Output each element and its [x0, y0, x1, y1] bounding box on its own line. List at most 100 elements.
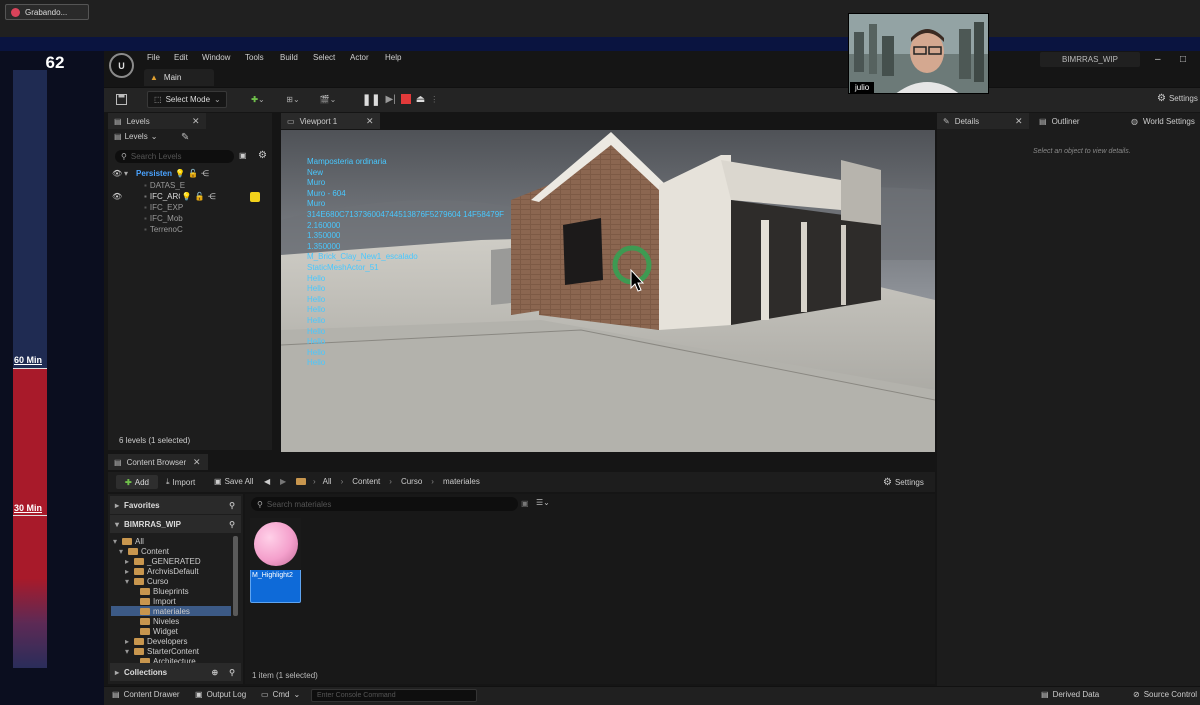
folder-tree-item[interactable]: Import — [131, 596, 176, 606]
cinematics-icon[interactable]: 🎬⌄ — [315, 91, 341, 107]
import-button[interactable]: ⤓ Import — [166, 477, 195, 487]
level-row[interactable]: ▪ DATAS_E — [112, 180, 270, 191]
project-root-header[interactable]: ▾ BIMRRAS_WIP ⚲ — [110, 515, 241, 533]
tree-scrollbar[interactable] — [233, 536, 238, 616]
level-row[interactable]: ▪ TerrenoC — [112, 224, 270, 235]
tab-world-settings[interactable]: ◍ World Settings — [1125, 113, 1200, 129]
level-row-persistent[interactable]: 👁 ▾ Persistent 💡 🔓 ⋲ — [112, 168, 270, 179]
save-icon[interactable] — [114, 91, 128, 107]
filter-icon[interactable]: ☰⌄ — [536, 498, 550, 507]
add-collection-icon[interactable]: ⊕ — [211, 668, 218, 677]
lock-icon[interactable]: 🔓 — [188, 169, 198, 178]
tab-outliner[interactable]: ▤ Outliner — [1033, 113, 1118, 129]
chevron-down-icon[interactable]: ▾ — [119, 547, 125, 556]
levels-dropdown[interactable]: ▤ Levels ⌄ — [114, 132, 157, 141]
content-drawer-button[interactable]: ▤ Content Drawer — [112, 690, 180, 699]
breadcrumb-curso[interactable]: Curso — [401, 477, 422, 486]
level-color-swatch[interactable] — [249, 191, 260, 202]
level-row[interactable]: ▪ IFC_Mob — [112, 213, 270, 224]
derived-data-button[interactable]: ▤ Derived Data — [1041, 690, 1099, 699]
unreal-logo-icon[interactable]: U — [109, 53, 134, 78]
chevron-right-icon[interactable]: ▸ — [125, 637, 131, 646]
chevron-down-icon[interactable]: ▾ — [113, 537, 119, 546]
folder-tree-item[interactable]: materiales — [111, 606, 231, 616]
folder-tree-item[interactable]: Niveles — [131, 616, 179, 626]
add-actor-icon[interactable]: ✚ ⌄ — [246, 91, 270, 107]
minimize-icon[interactable]: – — [1155, 54, 1161, 65]
eject-icon[interactable]: ⏏ — [416, 94, 425, 105]
cmd-dropdown[interactable]: ▭ Cmd ⌄ — [261, 690, 300, 699]
close-icon[interactable]: ✕ — [366, 116, 374, 127]
favorites-header[interactable]: ▸ Favorites ⚲ — [110, 496, 241, 514]
history-forward-button[interactable]: ▶ — [280, 477, 286, 486]
maximize-icon[interactable]: □ — [1180, 54, 1186, 65]
more-options-icon[interactable]: ⋮ — [430, 95, 438, 104]
chevron-down-icon[interactable]: ▾ — [125, 577, 131, 586]
tab-main[interactable]: ▲ Main — [144, 69, 214, 86]
stop-icon[interactable] — [400, 94, 411, 104]
debug-line: M_Brick_Clay_New1_escalado — [307, 252, 418, 262]
search-icon[interactable]: ⚲ — [229, 520, 235, 529]
menu-window[interactable]: Window — [202, 53, 230, 62]
close-icon[interactable]: ✕ — [1015, 116, 1023, 127]
toolbar-settings-button[interactable]: ⚙ Settings — [1157, 93, 1198, 104]
import-icon: ⤓ — [166, 477, 170, 486]
lightbulb-icon[interactable]: 💡 — [175, 169, 185, 178]
add-level-icon[interactable]: ▣ — [239, 151, 247, 160]
console-command-input[interactable]: Enter Console Command — [311, 689, 477, 702]
level-bullet-icon: ▪ — [144, 181, 147, 190]
edit-icon[interactable]: ✎ — [181, 132, 189, 143]
collections-header[interactable]: ▸ Collections ⊕ ⚲ — [110, 663, 241, 681]
menu-tools[interactable]: Tools — [245, 53, 264, 62]
eye-icon[interactable]: 👁 — [112, 192, 122, 201]
output-log-button[interactable]: ▣ Output Log — [195, 690, 246, 699]
folder-tree-item[interactable]: ▾ All — [113, 536, 144, 546]
step-icon[interactable]: ▶| — [385, 94, 395, 105]
folder-tree-item[interactable]: ▸ Developers — [125, 636, 187, 646]
folder-tree-item[interactable]: Widget — [131, 626, 178, 636]
folder-tree-item[interactable]: ▸ _GENERATED — [125, 556, 201, 566]
save-search-icon[interactable]: ▣ — [521, 499, 529, 508]
source-control-button[interactable]: ⊘ Source Control — [1133, 690, 1197, 699]
hierarchy-icon[interactable]: ⋲ — [201, 169, 209, 178]
menu-build[interactable]: Build — [280, 53, 298, 62]
folder-tree-item[interactable]: Blueprints — [131, 586, 189, 596]
lightbulb-icon[interactable]: 💡 — [182, 192, 192, 201]
gear-icon[interactable]: ⚙ — [258, 150, 267, 161]
breadcrumb-materiales[interactable]: materiales — [443, 477, 480, 486]
menu-edit[interactable]: Edit — [174, 53, 188, 62]
lock-icon[interactable]: 🔓 — [195, 192, 205, 201]
expand-icon[interactable]: ▾ — [124, 169, 134, 178]
breadcrumb-content[interactable]: Content — [352, 477, 380, 486]
chevron-right-icon[interactable]: ▸ — [125, 567, 131, 576]
chevron-down-icon[interactable]: ▾ — [125, 647, 131, 656]
asset-search-input[interactable]: ⚲ Search materiales — [251, 497, 518, 511]
breadcrumb-all[interactable]: All — [323, 477, 332, 486]
menu-actor[interactable]: Actor — [350, 53, 369, 62]
eye-icon[interactable]: 👁 — [112, 169, 122, 178]
level-row-ifc-arq[interactable]: 👁 ▪ IFC_ARQ 💡 🔓 ⋲ — [112, 191, 270, 202]
add-button[interactable]: ✚ Add — [116, 475, 158, 489]
menu-select[interactable]: Select — [313, 53, 335, 62]
chevron-right-icon[interactable]: ▸ — [125, 557, 131, 566]
history-back-button[interactable]: ◀ — [264, 477, 270, 486]
pause-icon[interactable]: ❚❚ — [362, 93, 380, 106]
folder-tree-item[interactable]: ▾ Curso — [125, 576, 168, 586]
blueprint-icon[interactable]: ⊞⌄ — [281, 91, 305, 107]
folder-tree-item[interactable]: ▸ ArchvisDefault — [125, 566, 199, 576]
select-mode-dropdown[interactable]: ⬚ Select Mode ⌄ — [147, 91, 227, 108]
folder-tree-item[interactable]: ▾ Content — [119, 546, 169, 556]
folder-tree-item[interactable]: ▾ StarterContent — [125, 646, 199, 656]
close-icon[interactable]: ✕ — [193, 457, 201, 468]
search-icon[interactable]: ⚲ — [229, 501, 235, 510]
hierarchy-icon[interactable]: ⋲ — [208, 192, 216, 201]
content-browser-settings-button[interactable]: ⚙ Settings — [883, 477, 924, 488]
menu-help[interactable]: Help — [385, 53, 401, 62]
save-all-button[interactable]: ▣ Save All — [214, 477, 253, 486]
level-row[interactable]: ▪ IFC_EXP — [112, 202, 270, 213]
menu-file[interactable]: File — [147, 53, 160, 62]
search-icon[interactable]: ⚲ — [229, 668, 235, 677]
levels-search-input[interactable]: ⚲ Search Levels — [115, 150, 234, 163]
close-icon[interactable]: ✕ — [192, 116, 200, 127]
recording-indicator[interactable]: Grabando... — [5, 4, 89, 20]
